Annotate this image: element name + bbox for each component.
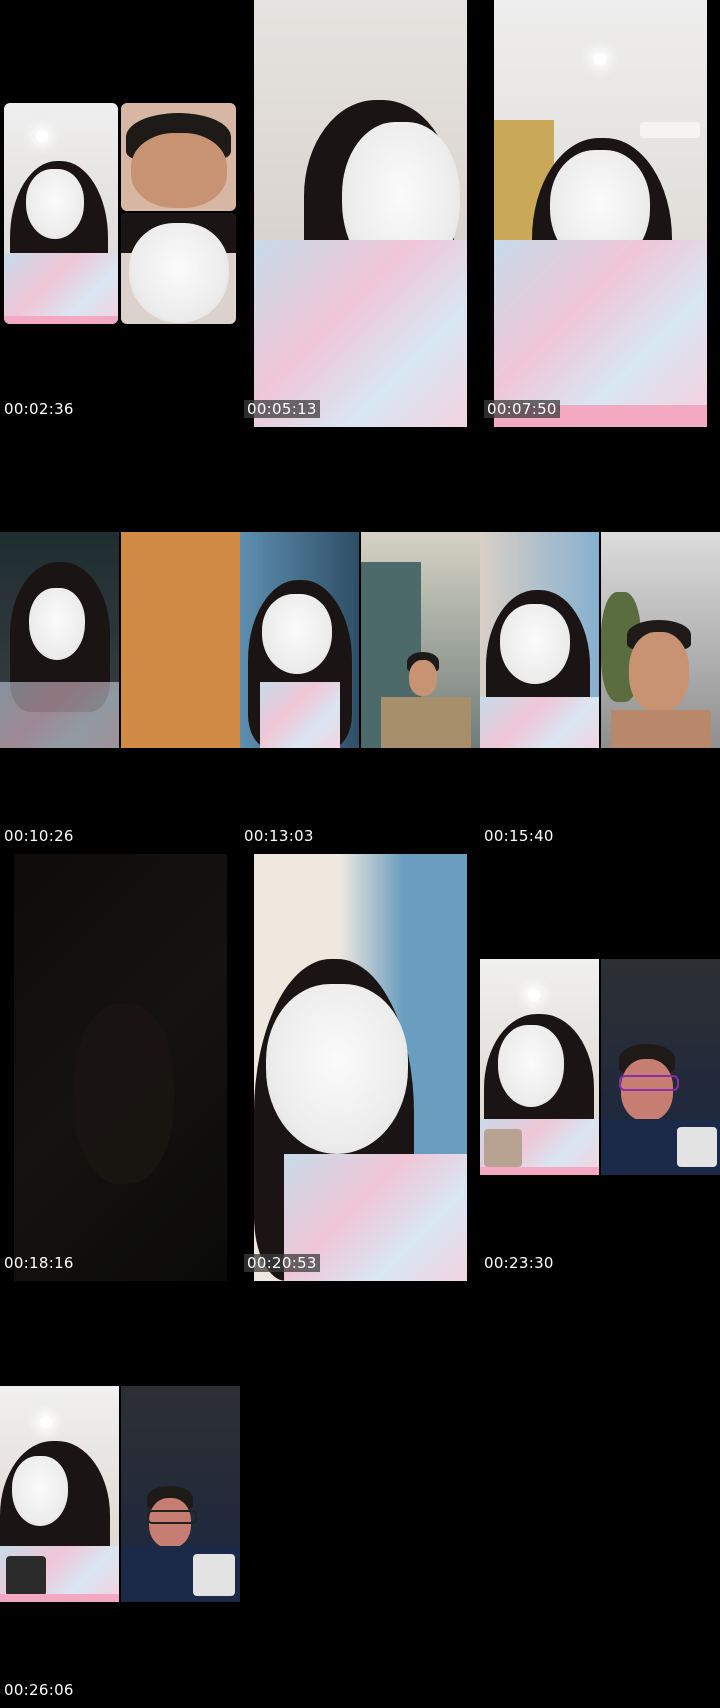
pajama-shirt bbox=[4, 253, 118, 323]
timestamp: 00:23:30 bbox=[484, 1254, 554, 1272]
video-tile-right bbox=[121, 1386, 240, 1602]
video-tile-left bbox=[240, 532, 359, 748]
video-tile-right bbox=[361, 532, 480, 748]
masked-face bbox=[500, 604, 570, 684]
video-tile-right bbox=[601, 959, 720, 1175]
pajama-shirt bbox=[254, 240, 467, 427]
pajama-shirt bbox=[260, 682, 340, 748]
video-tile-left bbox=[480, 532, 599, 748]
masked-face bbox=[129, 223, 229, 323]
pink-bar bbox=[480, 1167, 599, 1175]
video-tile-top-right bbox=[121, 103, 236, 211]
pink-bar bbox=[4, 316, 118, 324]
video-tile-selfie bbox=[254, 0, 467, 427]
frame-cell-10[interactable]: 00:26:06 bbox=[0, 1281, 240, 1708]
male-face bbox=[409, 660, 437, 696]
video-tile-left bbox=[480, 959, 599, 1175]
frame-cell-4[interactable]: 00:10:26 bbox=[0, 427, 240, 854]
frame-cell-6[interactable]: 00:15:40 bbox=[480, 427, 720, 854]
male-face bbox=[629, 632, 689, 712]
masked-face bbox=[12, 1456, 68, 1526]
pip-thumbnail bbox=[193, 1554, 235, 1596]
frame-cell-2[interactable]: 00:05:13 bbox=[240, 0, 480, 427]
pip-thumbnail bbox=[484, 1129, 522, 1167]
frame-cell-5[interactable]: 00:13:03 bbox=[240, 427, 480, 854]
plaid-shirt bbox=[381, 697, 471, 748]
ceiling-light bbox=[528, 989, 540, 1001]
video-tile-left bbox=[4, 103, 118, 324]
shadow-figure bbox=[74, 1004, 174, 1184]
pajama-shirt bbox=[480, 697, 599, 748]
pip-thumbnail bbox=[6, 1556, 46, 1596]
timestamp: 00:10:26 bbox=[4, 827, 74, 845]
ceiling-light bbox=[40, 1416, 52, 1428]
timestamp: 00:20:53 bbox=[244, 1254, 320, 1272]
frame-cell-1[interactable]: 00:02:36 bbox=[0, 0, 240, 427]
masked-face bbox=[498, 1025, 564, 1107]
video-tile-right-orange bbox=[121, 532, 240, 748]
masked-face bbox=[262, 594, 332, 674]
skin-torso bbox=[611, 710, 711, 748]
video-tile-selfie bbox=[494, 0, 707, 427]
video-tile-bottom-right bbox=[121, 213, 236, 324]
timestamp: 00:18:16 bbox=[4, 1254, 74, 1272]
masked-face bbox=[26, 169, 84, 239]
pajama-shirt bbox=[494, 240, 707, 405]
video-tile-right bbox=[601, 532, 720, 748]
video-tile-left bbox=[0, 1386, 119, 1602]
ceiling-light bbox=[36, 130, 48, 142]
timestamp: 00:07:50 bbox=[484, 400, 560, 418]
masked-face bbox=[29, 588, 85, 660]
timestamp: 00:26:06 bbox=[4, 1681, 74, 1699]
video-tile-selfie bbox=[254, 854, 467, 1281]
pip-thumbnail bbox=[677, 1127, 717, 1167]
air-conditioner bbox=[640, 122, 700, 138]
ceiling-light bbox=[594, 53, 606, 65]
frame-cell-8[interactable]: 00:20:53 bbox=[240, 854, 480, 1281]
pajama-shirt bbox=[0, 682, 119, 748]
video-tile-left bbox=[0, 532, 119, 748]
glasses bbox=[147, 1510, 197, 1524]
glasses bbox=[619, 1075, 679, 1091]
timestamp: 00:02:36 bbox=[4, 400, 74, 418]
masked-face bbox=[266, 984, 408, 1154]
pink-bar bbox=[0, 1594, 119, 1602]
frame-cell-3[interactable]: 00:07:50 bbox=[480, 0, 720, 427]
video-tile-dark bbox=[14, 854, 227, 1281]
male-face bbox=[131, 133, 227, 208]
timestamp: 00:13:03 bbox=[244, 827, 314, 845]
frame-cell-9[interactable]: 00:23:30 bbox=[480, 854, 720, 1281]
timestamp: 00:15:40 bbox=[484, 827, 554, 845]
frame-cell-7[interactable]: 00:18:16 bbox=[0, 854, 240, 1281]
timestamp: 00:05:13 bbox=[244, 400, 320, 418]
